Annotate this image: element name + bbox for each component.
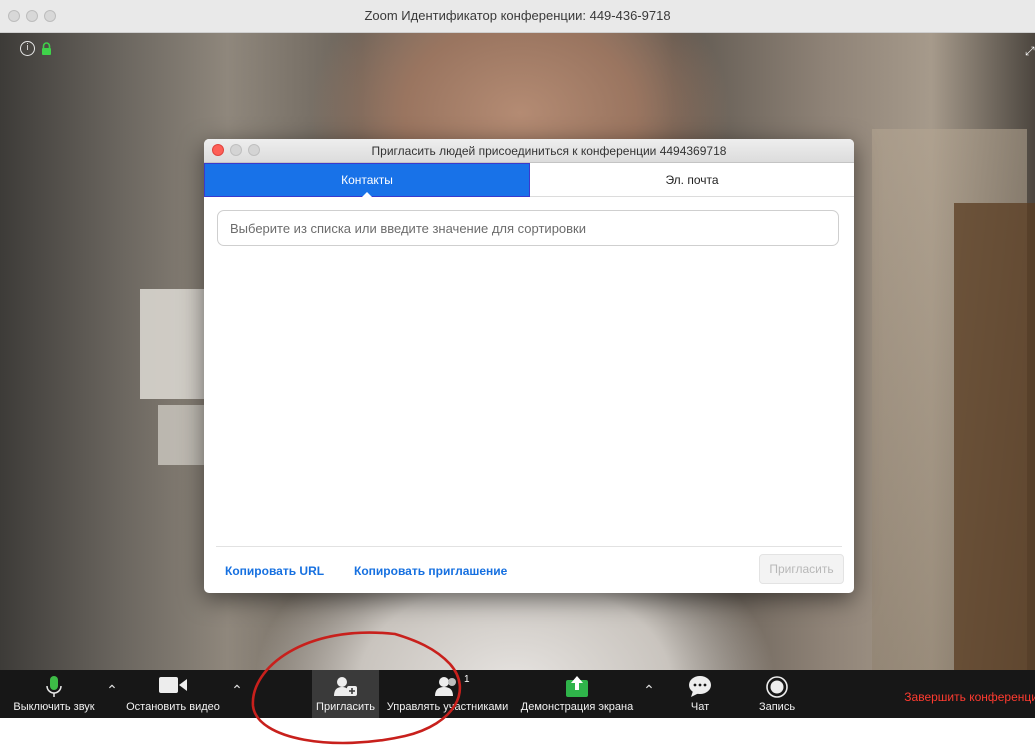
dialog-footer-divider	[216, 546, 842, 547]
share-screen-button[interactable]: Демонстрация экрана	[514, 670, 640, 718]
contact-search-input[interactable]	[218, 211, 838, 245]
stop-video-button[interactable]: Остановить видео	[120, 670, 226, 718]
chat-button[interactable]: Чат	[670, 670, 730, 718]
dialog-titlebar: Пригласить людей присоединиться к конфер…	[204, 139, 854, 163]
end-meeting-button[interactable]: Завершить конференцию	[904, 690, 1035, 704]
invite-dialog: Пригласить людей присоединиться к конфер…	[204, 139, 854, 593]
chat-label: Чат	[690, 701, 710, 713]
share-options-chevron-icon[interactable]: ⌃	[641, 682, 657, 699]
background-door-inner	[954, 203, 1035, 703]
dialog-title: Пригласить людей присоединиться к конфер…	[371, 144, 727, 158]
invite-button[interactable]: Пригласить	[759, 554, 844, 584]
tab-contacts[interactable]: Контакты	[204, 163, 530, 197]
stop-video-label: Остановить видео	[126, 701, 220, 713]
mute-label: Выключить звук	[13, 701, 95, 713]
share-screen-icon	[514, 676, 640, 698]
zoom-window: Zoom Идентификатор конференции: 449-436-…	[0, 0, 1035, 718]
fullscreen-icon[interactable]: ⤢	[1025, 44, 1035, 58]
copy-url-link[interactable]: Копировать URL	[225, 564, 324, 578]
record-button[interactable]: Запись	[744, 670, 810, 718]
meeting-info-icons: i	[20, 41, 52, 56]
record-icon	[744, 676, 810, 698]
lock-icon[interactable]	[41, 42, 52, 55]
tab-email[interactable]: Эл. почта	[530, 163, 854, 197]
microphone-icon	[8, 676, 100, 698]
invite-tabs: Контакты Эл. почта	[204, 163, 854, 197]
mute-button[interactable]: Выключить звук	[8, 670, 100, 718]
copy-invitation-link[interactable]: Копировать приглашение	[354, 564, 507, 578]
meeting-toolbar: Выключить звук ⌃ Остановить видео ⌃ Приг…	[0, 670, 1035, 718]
record-label: Запись	[758, 701, 796, 713]
video-camera-icon	[120, 676, 226, 698]
red-circle-annotation	[251, 631, 462, 745]
audio-options-chevron-icon[interactable]: ⌃	[104, 682, 120, 699]
video-options-chevron-icon[interactable]: ⌃	[229, 682, 245, 699]
contact-search-field[interactable]	[217, 210, 839, 246]
chat-bubble-icon	[670, 676, 730, 698]
share-screen-label: Демонстрация экрана	[520, 701, 634, 713]
window-titlebar: Zoom Идентификатор конференции: 449-436-…	[0, 0, 1035, 33]
info-icon[interactable]: i	[20, 41, 35, 56]
window-title: Zoom Идентификатор конференции: 449-436-…	[364, 8, 671, 23]
